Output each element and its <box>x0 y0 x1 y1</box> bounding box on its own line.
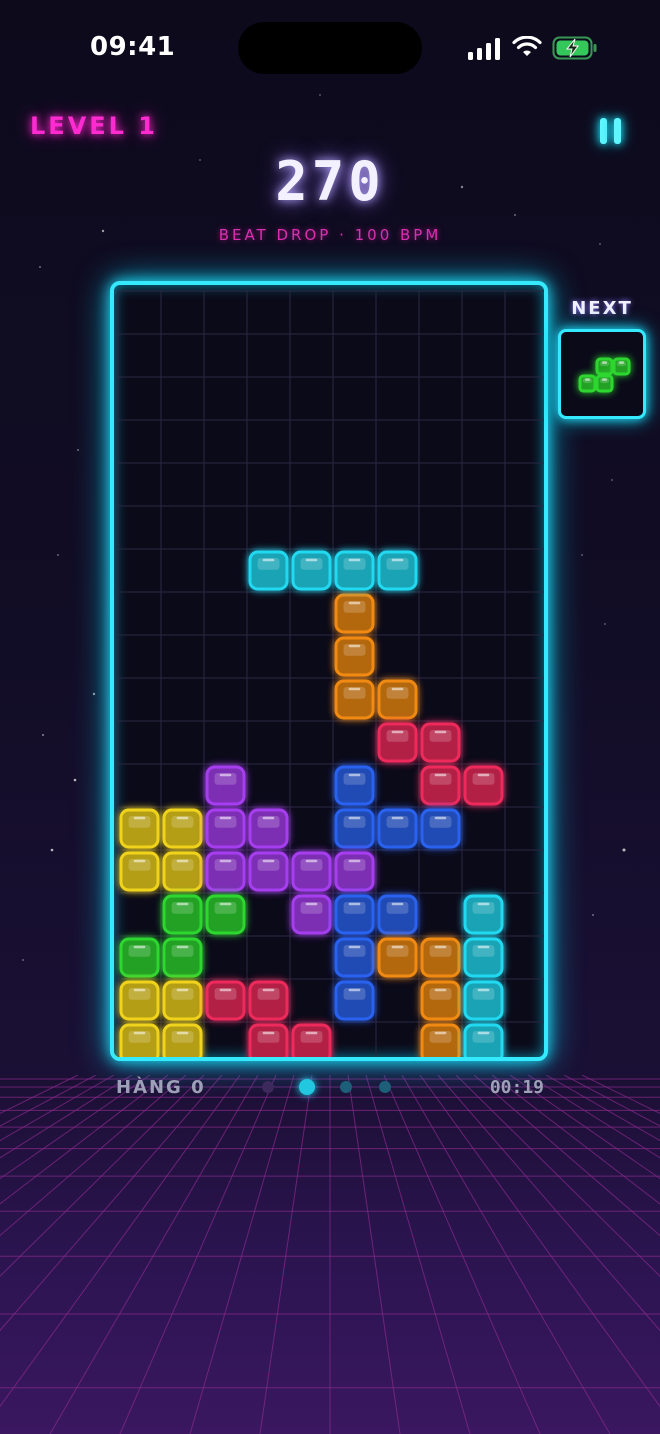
locked-block <box>119 937 160 978</box>
locked-block <box>291 851 332 892</box>
floor-grid-line <box>0 1075 241 1408</box>
score-display: 270 <box>275 150 385 213</box>
locked-block <box>334 894 375 935</box>
locked-block <box>119 1023 160 1057</box>
floor-grid-line <box>347 1075 401 1434</box>
floor-grid-line <box>259 1075 313 1434</box>
locked-block <box>463 894 504 935</box>
floor-grid-line <box>437 1075 660 1332</box>
floor-grid-line <box>0 1075 169 1205</box>
floor-grid-line <box>49 1075 259 1434</box>
locked-block <box>334 980 375 1021</box>
locked-block <box>334 765 375 806</box>
locked-block <box>334 851 375 892</box>
locked-block <box>205 765 246 806</box>
pause-icon <box>614 118 621 144</box>
status-bar: 09:41 <box>0 0 660 96</box>
beat-dot <box>379 1081 391 1093</box>
locked-block <box>377 679 418 720</box>
floor-grid-line <box>419 1075 660 1408</box>
locked-block <box>334 636 375 677</box>
game-board[interactable] <box>110 281 548 1061</box>
lines-cleared: HÀNG 0 <box>116 1077 206 1098</box>
floor-grid-line <box>383 1075 541 1434</box>
falling-piece-block <box>291 550 332 591</box>
locked-block <box>420 937 461 978</box>
locked-block <box>162 894 203 935</box>
falling-piece-block <box>334 550 375 591</box>
floor-grid-line <box>0 1075 205 1277</box>
locked-block <box>377 894 418 935</box>
locked-block <box>463 937 504 978</box>
beat-dot-active <box>299 1079 315 1095</box>
locked-block <box>334 808 375 849</box>
floor-grid-line <box>0 1075 223 1332</box>
locked-block <box>377 808 418 849</box>
falling-piece-block <box>248 550 289 591</box>
locked-block <box>420 808 461 849</box>
locked-block <box>463 1023 504 1057</box>
next-piece-block <box>595 357 614 376</box>
locked-block <box>119 851 160 892</box>
locked-block <box>420 1023 461 1057</box>
locked-block <box>162 980 203 1021</box>
locked-block <box>334 593 375 634</box>
locked-block <box>291 894 332 935</box>
locked-block <box>162 937 203 978</box>
next-piece-block <box>612 357 631 376</box>
locked-block <box>205 808 246 849</box>
locked-block <box>248 851 289 892</box>
next-piece-preview <box>558 329 646 419</box>
locked-block <box>205 851 246 892</box>
floor-grid-line <box>189 1075 295 1434</box>
status-time: 09:41 <box>90 32 176 62</box>
floor-grid-line <box>401 1075 611 1434</box>
locked-block <box>420 722 461 763</box>
pause-button[interactable] <box>596 116 626 148</box>
elapsed-timer: 00:19 <box>489 1077 544 1098</box>
locked-block <box>420 765 461 806</box>
beat-dot <box>262 1081 274 1093</box>
floor-grid-line <box>473 1075 660 1237</box>
locked-block <box>377 937 418 978</box>
beat-dot <box>340 1081 352 1093</box>
beat-indicator <box>262 1078 402 1096</box>
falling-piece-block <box>377 550 418 591</box>
locked-block <box>162 1023 203 1057</box>
next-piece-block <box>578 374 597 393</box>
floor-grid-line <box>491 1075 660 1205</box>
floor-grid-line <box>545 1075 660 1142</box>
locked-block <box>334 937 375 978</box>
cellular-signal-icon <box>468 38 500 60</box>
track-subtitle: BEAT DROP · 100 BPM <box>218 226 442 244</box>
wifi-icon <box>512 36 542 56</box>
dynamic-island <box>238 22 422 74</box>
locked-block <box>248 980 289 1021</box>
floor-grid-line <box>0 1075 115 1142</box>
next-piece-label: NEXT <box>571 298 633 319</box>
pause-icon <box>600 118 607 144</box>
locked-block <box>162 808 203 849</box>
locked-block <box>248 808 289 849</box>
floor-grid-line <box>365 1075 471 1434</box>
locked-block <box>420 980 461 1021</box>
locked-block <box>119 808 160 849</box>
locked-block <box>463 765 504 806</box>
locked-block <box>377 722 418 763</box>
locked-block <box>205 894 246 935</box>
battery-charging-icon <box>552 36 597 60</box>
retro-grid-floor <box>0 1075 660 1434</box>
locked-block <box>334 679 375 720</box>
locked-block <box>463 980 504 1021</box>
level-indicator: LEVEL 1 <box>30 112 159 140</box>
locked-block <box>119 980 160 1021</box>
locked-block <box>205 980 246 1021</box>
floor-grid-line <box>455 1075 660 1277</box>
floor-grid-line <box>0 1075 187 1237</box>
locked-block <box>162 851 203 892</box>
locked-block <box>248 1023 289 1057</box>
floor-grid-line <box>119 1075 277 1434</box>
locked-block <box>291 1023 332 1057</box>
next-piece-block <box>595 374 614 393</box>
